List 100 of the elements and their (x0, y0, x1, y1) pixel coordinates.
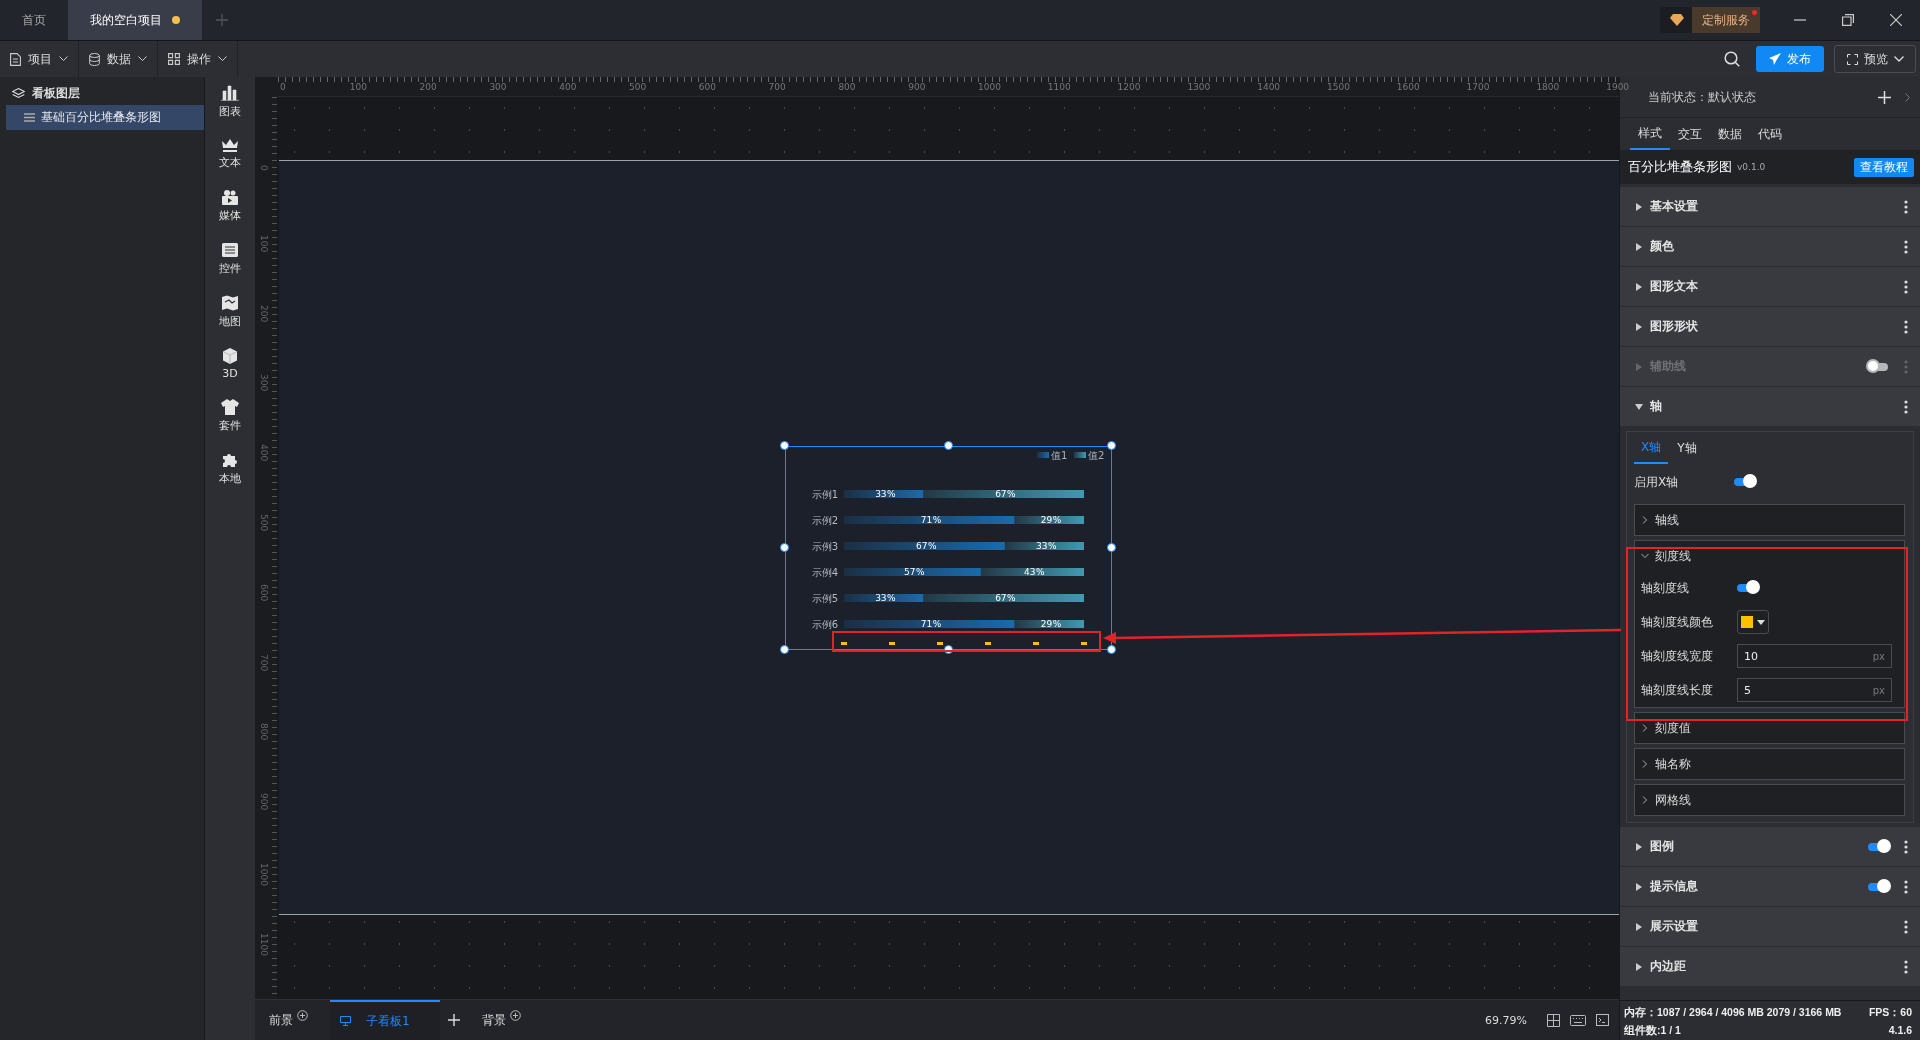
settings-section[interactable]: 轴 (1620, 387, 1920, 427)
more-icon[interactable] (1904, 959, 1908, 974)
settings-section[interactable]: 展示设置 (1620, 907, 1920, 947)
resize-handle[interactable] (780, 441, 789, 450)
ruler-label: 900 (908, 82, 926, 92)
resize-handle[interactable] (943, 645, 953, 654)
category-label: 示例2 (811, 515, 838, 526)
ruler-label: 200 (259, 304, 269, 322)
settings-section[interactable]: 颜色 (1620, 227, 1920, 267)
terminal-icon[interactable] (1596, 1014, 1609, 1026)
library-button[interactable]: 控件 (219, 242, 241, 276)
layer-tab[interactable]: 前景 (269, 1011, 293, 1029)
value-label: 71 (920, 515, 933, 526)
tutorial-button[interactable]: 查看教程 (1854, 157, 1914, 177)
number-field[interactable]: 10 px (1737, 644, 1892, 668)
resize-handle[interactable] (1107, 441, 1116, 450)
library-button[interactable]: 图表 (219, 85, 241, 119)
camera-icon (221, 189, 239, 205)
layer-tab[interactable]: 背景 (482, 1011, 506, 1029)
percent-sign: % (927, 541, 937, 552)
field-label: 轴刻度线长度 (1641, 681, 1714, 699)
more-icon[interactable] (1904, 319, 1908, 334)
legend-item[interactable]: 值2 (1074, 450, 1105, 461)
value-label: 43 (1023, 567, 1036, 578)
layer-item[interactable]: 基础百分比堆叠条形图 (6, 105, 204, 130)
library-button[interactable]: 媒体 (219, 189, 241, 223)
plus-circle-icon[interactable] (510, 1009, 521, 1021)
chevron-right-icon[interactable] (1905, 92, 1910, 102)
close-icon[interactable] (1890, 14, 1902, 26)
resize-handle[interactable] (780, 543, 789, 552)
more-icon[interactable] (1904, 879, 1908, 894)
ruler-label: 600 (698, 82, 716, 92)
resize-handle[interactable] (1107, 543, 1116, 552)
axis-tab[interactable]: X轴 (1634, 432, 1669, 464)
component-title: 百分比堆叠条形图 (1628, 158, 1732, 176)
more-icon[interactable] (1904, 199, 1908, 214)
category-label: 示例4 (811, 567, 838, 578)
library-button[interactable]: 3D (222, 348, 238, 380)
axis-tab[interactable]: Y轴 (1670, 432, 1704, 464)
field-label: 启用X轴 (1634, 473, 1680, 491)
library-button[interactable]: 套件 (219, 399, 241, 433)
ruler-label: 1100 (259, 932, 269, 956)
more-icon[interactable] (1904, 239, 1908, 254)
resize-handle[interactable] (943, 441, 953, 450)
percent-sign: % (887, 593, 896, 604)
ruler-label: 700 (768, 82, 786, 92)
fit-screen-icon[interactable] (1547, 1013, 1560, 1027)
more-icon[interactable] (1904, 839, 1908, 854)
settings-section[interactable]: 图形形状 (1620, 307, 1920, 347)
toggle-switch[interactable] (1868, 882, 1888, 891)
preview-button[interactable]: 预览 (1834, 45, 1916, 73)
library-button[interactable]: 地图 (219, 295, 241, 329)
map-icon (221, 295, 239, 311)
legend-label: 值1 (1051, 450, 1068, 461)
window-tab[interactable]: 我的空白项目 (68, 0, 202, 40)
settings-section[interactable]: 图形文本 (1620, 267, 1920, 307)
inspector-tab[interactable]: 交互 (1670, 118, 1710, 150)
board-tab[interactable]: 子看板1 (330, 1000, 440, 1040)
settings-section[interactable]: 图例 (1620, 827, 1920, 867)
more-icon[interactable] (1904, 279, 1908, 294)
ruler-label: 700 (259, 653, 269, 671)
ruler-label: 100 (259, 234, 269, 252)
group-header[interactable]: 刻度线 (1641, 541, 1894, 571)
library-button[interactable]: 文本 (219, 138, 241, 170)
ruler-label: 400 (559, 82, 577, 92)
add-board-icon[interactable] (448, 1014, 460, 1026)
memory-usage: 内存：1087 / 2964 / 4096 MB 2079 / 3166 MB (1624, 1005, 1842, 1020)
more-icon[interactable] (1904, 399, 1908, 414)
field-label: 轴刻度线颜色 (1641, 613, 1714, 631)
ruler-label: 1700 (1466, 82, 1490, 92)
selection-frame[interactable] (785, 446, 1112, 650)
toggle-switch[interactable] (1868, 842, 1888, 851)
keyboard-icon[interactable] (1570, 1014, 1586, 1026)
search-icon[interactable] (1724, 51, 1740, 67)
restore-icon[interactable] (1842, 14, 1854, 26)
color-picker[interactable] (1737, 610, 1769, 634)
panel-title: 看板图层 (32, 84, 80, 102)
settings-section[interactable]: 基本设置 (1620, 187, 1920, 227)
resize-handle[interactable] (780, 645, 789, 654)
resize-handle[interactable] (1107, 645, 1116, 654)
add-icon[interactable] (1878, 90, 1891, 104)
window-tab[interactable]: 首页 (0, 0, 68, 40)
settings-section[interactable]: 内边距 (1620, 947, 1920, 987)
more-icon[interactable] (1904, 919, 1908, 934)
percent-sign: % (1047, 541, 1057, 552)
library-button[interactable]: 本地 (219, 452, 241, 486)
version-label: v0.1.0 (1737, 162, 1766, 172)
legend-item[interactable]: 值1 (1037, 450, 1068, 461)
chevron-down-icon (1893, 56, 1904, 62)
list-icon (24, 113, 35, 122)
service-button[interactable]: 定制服务 (1660, 7, 1760, 33)
inspector-tab[interactable]: 代码 (1750, 118, 1790, 150)
cube-icon (222, 348, 238, 364)
percent-sign: % (887, 489, 896, 500)
shirt-icon (221, 399, 239, 415)
number-field[interactable]: 5 px (1737, 678, 1892, 702)
inspector-tab[interactable]: 数据 (1710, 118, 1750, 150)
plus-circle-icon[interactable] (297, 1009, 308, 1021)
settings-section[interactable]: 提示信息 (1620, 867, 1920, 907)
publish-button[interactable]: 发布 (1756, 46, 1824, 72)
